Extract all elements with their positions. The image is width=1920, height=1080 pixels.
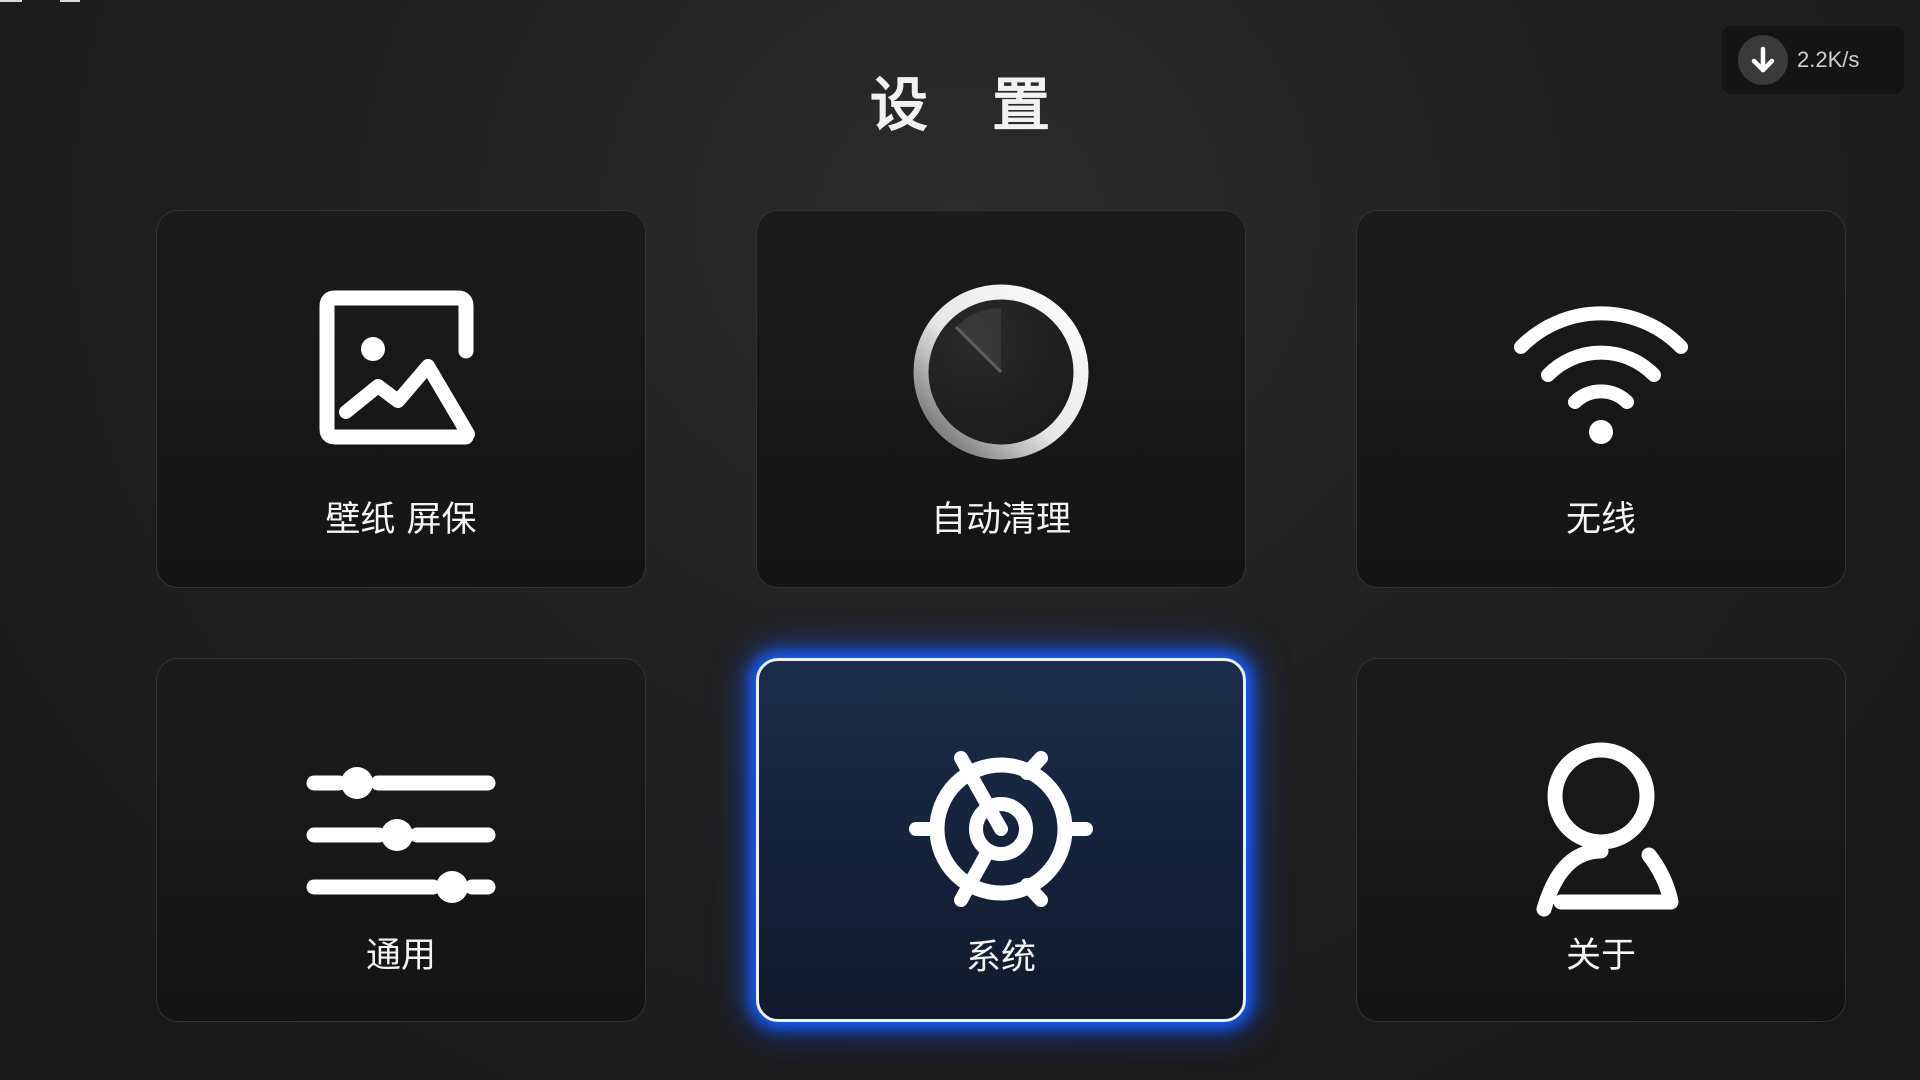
tile-label: 自动清理 — [930, 500, 1071, 540]
tile-about[interactable]: 关于 — [1356, 658, 1846, 1022]
system-gear-icon — [906, 729, 1096, 919]
settings-grid: 壁纸 屏保 自动清理 无线 通用 系统 关于 — [0, 0, 1920, 1080]
cleanup-dial-icon — [906, 279, 1096, 469]
tile-label: 壁纸 屏保 — [325, 500, 477, 540]
wifi-icon — [1506, 279, 1696, 469]
tile-label: 系统 — [965, 938, 1036, 978]
tile-label: 无线 — [1565, 500, 1636, 540]
tile-label: 通用 — [365, 936, 436, 976]
image-icon — [306, 279, 496, 469]
tile-label: 关于 — [1565, 936, 1636, 976]
tile-wireless[interactable]: 无线 — [1356, 210, 1846, 588]
tile-general[interactable]: 通用 — [156, 658, 646, 1022]
sliders-icon — [306, 727, 496, 917]
tile-system[interactable]: 系统 — [756, 658, 1246, 1022]
user-icon — [1506, 727, 1696, 917]
tile-auto-cleanup[interactable]: 自动清理 — [756, 210, 1246, 588]
tile-wallpaper-screensaver[interactable]: 壁纸 屏保 — [156, 210, 646, 588]
